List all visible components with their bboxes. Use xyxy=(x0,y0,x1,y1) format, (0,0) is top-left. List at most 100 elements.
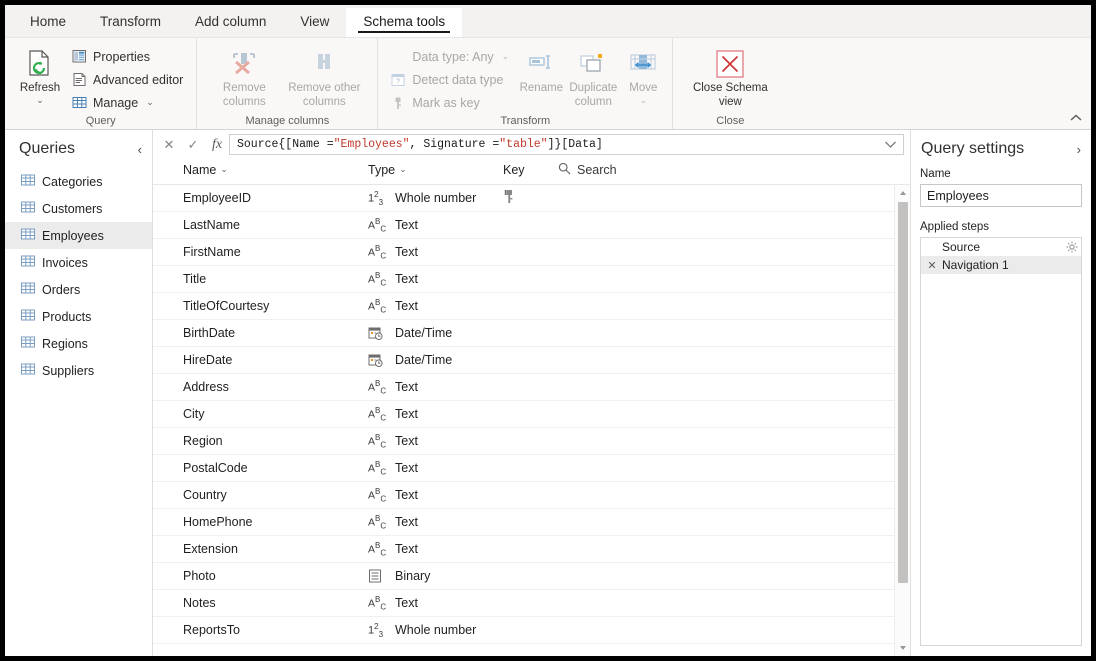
data-type-caret-icon[interactable]: ⌄ xyxy=(502,51,510,62)
schema-search-box[interactable]: Search xyxy=(558,162,617,178)
table-icon xyxy=(21,200,35,217)
tab-transform[interactable]: Transform xyxy=(83,8,178,37)
properties-button[interactable]: Properties xyxy=(68,46,189,67)
schema-row[interactable]: ReportsTo 123 Whole number xyxy=(153,617,894,644)
schema-row[interactable]: Extension ABC Text xyxy=(153,536,894,563)
column-header-type[interactable]: Type ⌄ xyxy=(368,163,503,177)
query-item-label: Categories xyxy=(42,174,103,189)
schema-row-type: Date/Time xyxy=(368,325,503,341)
query-item-invoices[interactable]: Invoices xyxy=(5,249,152,276)
duplicate-column-button[interactable]: Duplicate column xyxy=(565,44,621,108)
mark-as-key-button[interactable]: Mark as key xyxy=(387,92,517,113)
tab-add-column[interactable]: Add column xyxy=(178,8,283,37)
query-item-employees[interactable]: Employees xyxy=(5,222,152,249)
table-icon xyxy=(21,227,35,244)
refresh-label: Refresh xyxy=(19,82,61,94)
schema-vertical-scrollbar[interactable] xyxy=(894,185,910,656)
query-item-customers[interactable]: Customers xyxy=(5,195,152,222)
schema-row[interactable]: Region ABC Text xyxy=(153,428,894,455)
schema-row[interactable]: EmployeeID 123 Whole number xyxy=(153,185,894,212)
tab-schema-tools[interactable]: Schema tools xyxy=(346,8,463,37)
step-delete-icon[interactable]: ✕ xyxy=(925,259,939,272)
data-type-dropdown[interactable]: Data type: Any ⌄ xyxy=(387,46,517,67)
ribbon-collapse-icon[interactable] xyxy=(1069,112,1083,126)
schema-row[interactable]: City ABC Text xyxy=(153,401,894,428)
formula-fx-icon[interactable]: fx xyxy=(205,134,229,155)
formula-accept-icon[interactable]: ✓ xyxy=(181,134,205,155)
query-item-orders[interactable]: Orders xyxy=(5,276,152,303)
scroll-down-icon[interactable] xyxy=(895,640,910,656)
column-header-key[interactable]: Key xyxy=(503,163,558,177)
ribbon-group-close: Close Schema view Close xyxy=(672,38,787,129)
schema-row-type: ABC Text xyxy=(368,594,503,612)
refresh-button[interactable]: Refresh ⌄ xyxy=(12,44,68,105)
rename-button[interactable]: Rename xyxy=(517,44,565,95)
formula-input[interactable]: Source{[Name = "Employees", Signature = … xyxy=(229,134,904,155)
ribbon-tab-bar: Home Transform Add column View Schema to… xyxy=(5,5,1091,38)
close-schema-view-button[interactable]: Close Schema view xyxy=(687,44,773,108)
schema-row[interactable]: Address ABC Text xyxy=(153,374,894,401)
manage-caret-icon[interactable]: ⌄ xyxy=(146,97,154,108)
text-icon: ABC xyxy=(368,594,387,612)
collapse-query-settings-icon[interactable]: › xyxy=(1077,142,1081,157)
schema-row[interactable]: TitleOfCourtesy ABC Text xyxy=(153,293,894,320)
text-icon: ABC xyxy=(368,270,387,288)
remove-columns-button[interactable]: Remove columns xyxy=(207,44,281,108)
schema-row[interactable]: Country ABC Text xyxy=(153,482,894,509)
query-item-suppliers[interactable]: Suppliers xyxy=(5,357,152,384)
formula-expand-icon[interactable] xyxy=(884,135,897,154)
schema-row-type: Date/Time xyxy=(368,352,503,368)
schema-row-partial[interactable] xyxy=(153,644,894,656)
schema-row[interactable]: BirthDate Date/Time xyxy=(153,320,894,347)
chevron-down-icon[interactable]: ⌄ xyxy=(399,164,407,175)
detect-data-type-button[interactable]: ? Detect data type xyxy=(387,69,517,90)
schema-row[interactable]: Notes ABC Text xyxy=(153,590,894,617)
move-caret-icon[interactable]: ⌄ xyxy=(640,95,648,105)
schema-row[interactable]: Title ABC Text xyxy=(153,266,894,293)
duplicate-column-icon xyxy=(579,47,607,81)
refresh-caret-icon[interactable]: ⌄ xyxy=(36,95,44,105)
schema-row-type: ABC Text xyxy=(368,270,503,288)
schema-row-type-label: Text xyxy=(395,488,418,502)
schema-row[interactable]: HireDate Date/Time xyxy=(153,347,894,374)
applied-step-navigation-1[interactable]: ✕ Navigation 1 xyxy=(921,256,1081,274)
scroll-up-icon[interactable] xyxy=(895,185,910,201)
tab-view[interactable]: View xyxy=(283,8,346,37)
query-item-label: Customers xyxy=(42,201,103,216)
data-type-spacer-icon xyxy=(390,49,406,65)
schema-row[interactable]: FirstName ABC Text xyxy=(153,239,894,266)
schema-row-type-label: Text xyxy=(395,272,418,286)
schema-row-name: Title xyxy=(183,272,207,286)
schema-row[interactable]: Photo Binary xyxy=(153,563,894,590)
advanced-editor-button[interactable]: Advanced editor xyxy=(68,69,189,90)
query-name-input[interactable]: Employees xyxy=(920,184,1082,207)
manage-button[interactable]: Manage ⌄ xyxy=(68,92,189,113)
text-icon: ABC xyxy=(368,486,387,504)
query-item-regions[interactable]: Regions xyxy=(5,330,152,357)
applied-steps-list: Source ✕ Navigation 1 xyxy=(920,237,1082,646)
chevron-down-icon[interactable]: ⌄ xyxy=(220,164,228,175)
tab-home[interactable]: Home xyxy=(13,8,83,37)
gear-icon[interactable] xyxy=(1063,241,1081,253)
remove-other-columns-button[interactable]: Remove other columns xyxy=(281,44,367,108)
ribbon-group-manage-columns: Remove columns Remove other columns Mana… xyxy=(196,38,377,129)
schema-row-name: Extension xyxy=(183,542,238,556)
datetime-icon xyxy=(368,352,388,368)
column-header-name[interactable]: Name ⌄ xyxy=(183,163,368,177)
formula-part-string: "table" xyxy=(499,138,548,151)
close-schema-view-icon xyxy=(714,47,746,81)
formula-cancel-icon[interactable]: ✕ xyxy=(157,134,181,155)
collapse-queries-pane-icon[interactable]: ‹ xyxy=(138,142,142,157)
scrollbar-thumb[interactable] xyxy=(898,202,908,583)
move-button[interactable]: Move ⌄ xyxy=(621,44,665,105)
detect-data-type-icon: ? xyxy=(390,72,406,88)
query-item-label: Employees xyxy=(42,228,104,243)
schema-row[interactable]: HomePhone ABC Text xyxy=(153,509,894,536)
applied-step-source[interactable]: Source xyxy=(921,238,1081,256)
manage-icon xyxy=(71,95,87,111)
schema-row[interactable]: PostalCode ABC Text xyxy=(153,455,894,482)
power-query-editor-window: Home Transform Add column View Schema to… xyxy=(5,5,1091,656)
query-item-products[interactable]: Products xyxy=(5,303,152,330)
schema-row[interactable]: LastName ABC Text xyxy=(153,212,894,239)
query-item-categories[interactable]: Categories xyxy=(5,168,152,195)
